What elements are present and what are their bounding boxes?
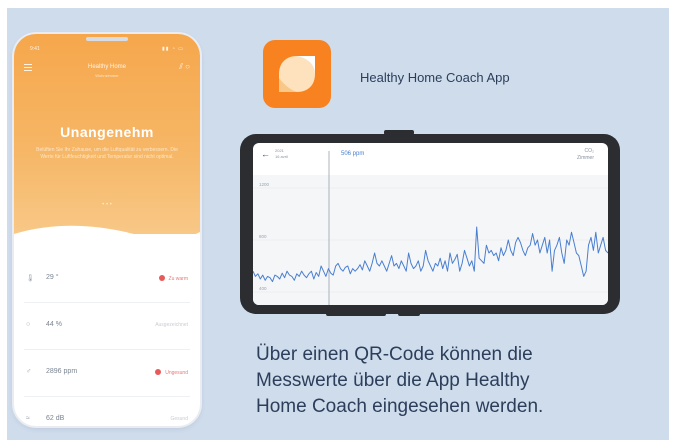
phone-status-bar: 9:41 ▮▮ ◔ ▭ (28, 46, 186, 54)
y-tick-label: 400 (259, 286, 267, 291)
chart-date: 2021 16 avril (275, 148, 288, 160)
thermometer-icon: 🌡 (26, 275, 35, 282)
y-tick-label: 1200 (259, 182, 270, 187)
chart-date-day: 16 avril (275, 154, 288, 159)
caption-line: Über einen QR-Code können die (256, 344, 533, 365)
reading-value: 62 (46, 415, 54, 422)
phone-top-bar: Healthy Home Wohnzimmer ⫽ ○ (24, 62, 190, 82)
reading-value: 2896 (46, 368, 62, 375)
device-room: Wohnzimmer (95, 73, 119, 78)
status-time: 9:41 (30, 46, 40, 52)
status-description: Belüften Sie Ihr Zuhause, um die Luftqua… (36, 147, 178, 160)
reading-unit: ppm (63, 368, 78, 375)
reading-row-co2[interactable]: ♂ 2896 ppm Ungesund (24, 350, 190, 397)
reading-unit: ° (55, 274, 59, 281)
back-arrow-icon[interactable]: ← (261, 149, 270, 159)
healthy-home-coach-logo-icon (263, 40, 331, 108)
reading-status: Ungesund (155, 369, 188, 376)
signal-wifi-battery-icon: ▮▮ ◔ ▭ (161, 46, 184, 52)
caption-line: Home Coach eingesehen werden. (256, 396, 544, 417)
reading-status: Ausgezeichnet (155, 322, 188, 328)
noise-icon: ≈ (26, 415, 30, 422)
reading-value: 29 (46, 274, 54, 281)
header-wave (14, 225, 200, 254)
app-name: Healthy Home Coach App (360, 70, 510, 85)
landscape-phone-mockup: 1200 800 400 ← 2021 16 avril 506 ppm CO₂ Z… (240, 134, 620, 314)
current-value: 506 ppm (341, 151, 365, 157)
co2-icon: ♂ (26, 368, 32, 375)
status-title: Unangenehm (60, 124, 154, 140)
reading-value: 44 (46, 321, 54, 328)
y-tick-label: 800 (259, 234, 267, 239)
reading-row-temperature[interactable]: 🌡 29 ° Zu warm (24, 256, 190, 303)
metric-selector[interactable]: CO₂ Zimmer (577, 148, 594, 162)
caption-line: Messwerte über die App Healthy (256, 370, 530, 391)
reading-row-humidity[interactable]: ○ 44 % Ausgezeichnet (24, 303, 190, 350)
humidity-icon: ○ (26, 321, 31, 328)
caption-text: Über einen QR-Code können die Messwerte … (256, 342, 656, 420)
device-name: Healthy Home (87, 64, 126, 70)
chart-screen: 1200 800 400 ← 2021 16 avril 506 ppm CO₂ Z… (253, 143, 608, 305)
reading-row-noise[interactable]: ≈ 62 dB Gesund (24, 397, 190, 426)
reading-status: Zu warm (159, 275, 188, 282)
graph-icon[interactable]: ⫽ ○ (179, 62, 190, 72)
metric-room: Zimmer (577, 155, 594, 161)
phone-mockup: 9:41 ▮▮ ◔ ▭ Healthy Home Wohnzimmer ⫽ ○ … (14, 34, 200, 426)
reading-unit: % (55, 321, 62, 328)
phone-notch (86, 37, 128, 41)
reading-unit: dB (55, 415, 65, 422)
readings-list: 🌡 29 ° Zu warm ○ 44 % Ausgezeichnet ♂ 28… (14, 256, 200, 426)
reading-status: Gesund (170, 416, 188, 422)
metric-name: CO₂ (584, 148, 594, 154)
page-dots-icon: • • • (102, 202, 112, 208)
chart-header: ← 2021 16 avril 506 ppm CO₂ Zimmer (253, 143, 608, 175)
